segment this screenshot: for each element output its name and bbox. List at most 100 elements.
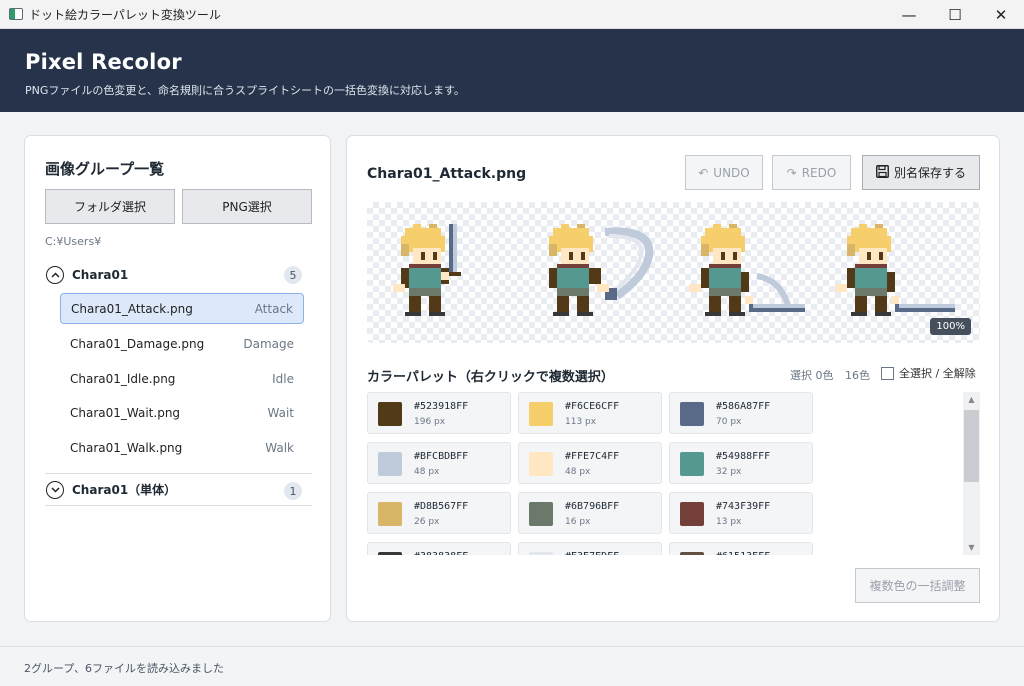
color-swatch — [378, 502, 402, 526]
color-swatch — [680, 502, 704, 526]
minimize-button[interactable]: — — [886, 0, 932, 29]
swatch-card[interactable]: #BFCBDBFF 48 px — [367, 442, 511, 484]
scroll-up-arrow-icon[interactable]: ▲ — [963, 395, 980, 404]
swatch-card[interactable]: #F6CE6CFF 113 px — [518, 392, 662, 434]
image-group-panel: 画像グループ一覧 フォルダ選択 PNG選択 C:¥Users¥ Chara01 … — [24, 135, 331, 622]
color-swatch — [378, 452, 402, 476]
swatch-pixel-count: 196 px — [414, 417, 446, 427]
file-tag: Idle — [272, 371, 294, 386]
window-title: ドット絵カラーパレット変換ツール — [29, 7, 221, 22]
swatch-card[interactable]: #FFE7C4FF 48 px — [518, 442, 662, 484]
color-swatch — [529, 552, 553, 555]
color-swatch — [529, 452, 553, 476]
swatch-hex: #61513EFF — [716, 551, 770, 555]
palette-scrollbar[interactable]: ▲ ▼ — [963, 392, 980, 555]
swatch-card[interactable]: #E3E7EDFF — [518, 542, 662, 555]
swatch-pixel-count: 13 px — [716, 517, 742, 527]
swatch-pixel-count: 26 px — [414, 517, 440, 527]
file-name: Chara01_Walk.png — [70, 440, 183, 455]
swatch-hex: #743F39FF — [716, 501, 771, 512]
select-png-button[interactable]: PNG選択 — [182, 189, 312, 224]
swatch-hex: #D8B567FF — [414, 501, 469, 512]
color-swatch — [529, 502, 553, 526]
group-header-chara01-single[interactable]: Chara01（単体） 1 — [45, 473, 312, 506]
swatch-hex: #F6CE6CFF — [565, 401, 620, 412]
status-message: 2グループ、6ファイルを読み込みました — [24, 662, 225, 675]
undo-label: UNDO — [713, 165, 750, 180]
chevron-up-icon[interactable] — [46, 265, 64, 284]
swatch-pixel-count: 70 px — [716, 417, 742, 427]
color-swatch — [680, 402, 704, 426]
undo-button[interactable]: ↶ UNDO — [685, 155, 763, 190]
save-as-label: 別名保存する — [893, 166, 966, 180]
select-all-label: 全選択 / 全解除 — [899, 367, 976, 380]
file-tag: Attack — [254, 301, 293, 316]
swatch-card[interactable]: #743F39FF 13 px — [669, 492, 813, 534]
batch-adjust-button[interactable]: 複数色の一括調整 — [855, 568, 980, 603]
zoom-level-badge: 100% — [930, 318, 971, 335]
redo-button[interactable]: ↷ REDO — [772, 155, 851, 190]
floppy-disk-icon — [876, 164, 889, 181]
sprite-frame — [549, 224, 654, 316]
sprite-preview[interactable]: 100% — [367, 202, 980, 343]
palette-grid: #523918FF 196 px #F6CE6CFF 113 px #586A8… — [367, 392, 980, 555]
group-count-badge: 5 — [284, 266, 302, 284]
swatch-hex: #523918FF — [414, 401, 469, 412]
swatch-hex: #E3E7EDFF — [565, 551, 619, 555]
file-item-walk[interactable]: Chara01_Walk.png Walk — [60, 432, 304, 463]
save-as-button[interactable]: 別名保存する — [862, 155, 980, 190]
swatch-card[interactable]: #D8B567FF 26 px — [367, 492, 511, 534]
color-swatch — [529, 402, 553, 426]
swatch-card[interactable]: #523918FF 196 px — [367, 392, 511, 434]
file-name: Chara01_Wait.png — [70, 405, 181, 420]
swatch-card[interactable]: #586A87FF 70 px — [669, 392, 813, 434]
file-item-attack[interactable]: Chara01_Attack.png Attack — [60, 293, 304, 324]
file-item-damage[interactable]: Chara01_Damage.png Damage — [60, 328, 304, 359]
group-list-title: 画像グループ一覧 — [45, 160, 165, 178]
app-subtitle: PNGファイルの色変更と、命名規則に合うスプライトシートの一括色変換に対応します… — [25, 84, 465, 97]
swatch-pixel-count: 113 px — [565, 417, 597, 427]
file-name: Chara01_Attack.png — [71, 301, 193, 316]
palette-title: カラーパレット（右クリックで複数選択） — [367, 370, 614, 385]
file-tag: Walk — [265, 440, 294, 455]
color-swatch — [378, 552, 402, 555]
title-bar: ドット絵カラーパレット変換ツール — ☐ ✕ — [0, 0, 1024, 29]
scroll-down-arrow-icon[interactable]: ▼ — [963, 543, 980, 552]
swatch-card[interactable]: #383838FF — [367, 542, 511, 555]
current-file-title: Chara01_Attack.png — [367, 166, 527, 182]
file-tag: Damage — [243, 336, 294, 351]
group-count-badge: 1 — [284, 482, 302, 500]
sprite-frame — [835, 224, 955, 316]
current-path: C:¥Users¥ — [45, 235, 102, 248]
swatch-card[interactable]: #54988FFF 32 px — [669, 442, 813, 484]
file-name: Chara01_Damage.png — [70, 336, 205, 351]
sprite-frame — [689, 224, 805, 316]
swatch-hex: #586A87FF — [716, 401, 771, 412]
swatch-hex: #383838FF — [414, 551, 468, 555]
swatch-hex: #54988FFF — [716, 451, 771, 462]
group-name: Chara01 — [72, 267, 129, 282]
color-swatch — [680, 452, 704, 476]
scrollbar-thumb[interactable] — [964, 410, 979, 482]
select-folder-button[interactable]: フォルダ選択 — [45, 189, 175, 224]
swatch-card[interactable]: #6B796BFF 16 px — [518, 492, 662, 534]
group-header-chara01[interactable]: Chara01 5 — [45, 258, 312, 291]
select-all-checkbox[interactable] — [881, 366, 894, 380]
file-item-wait[interactable]: Chara01_Wait.png Wait — [60, 397, 304, 428]
maximize-button[interactable]: ☐ — [932, 0, 978, 29]
chevron-down-icon[interactable] — [46, 480, 64, 499]
color-swatch — [378, 402, 402, 426]
redo-label: REDO — [801, 165, 837, 180]
swatch-pixel-count: 32 px — [716, 467, 742, 477]
file-item-idle[interactable]: Chara01_Idle.png Idle — [60, 363, 304, 394]
swatch-card[interactable]: #61513EFF — [669, 542, 813, 555]
swatch-pixel-count: 16 px — [565, 517, 591, 527]
file-tag: Wait — [267, 405, 295, 420]
app-header: Pixel Recolor PNGファイルの色変更と、命名規則に合うスプライトシ… — [0, 29, 1024, 112]
swatch-hex: #BFCBDBFF — [414, 451, 469, 462]
sprite-frame — [393, 224, 461, 316]
color-swatch — [680, 552, 704, 555]
select-all-toggle[interactable]: 全選択 / 全解除 — [881, 365, 976, 381]
group-name: Chara01（単体） — [72, 483, 177, 497]
close-button[interactable]: ✕ — [978, 0, 1024, 29]
